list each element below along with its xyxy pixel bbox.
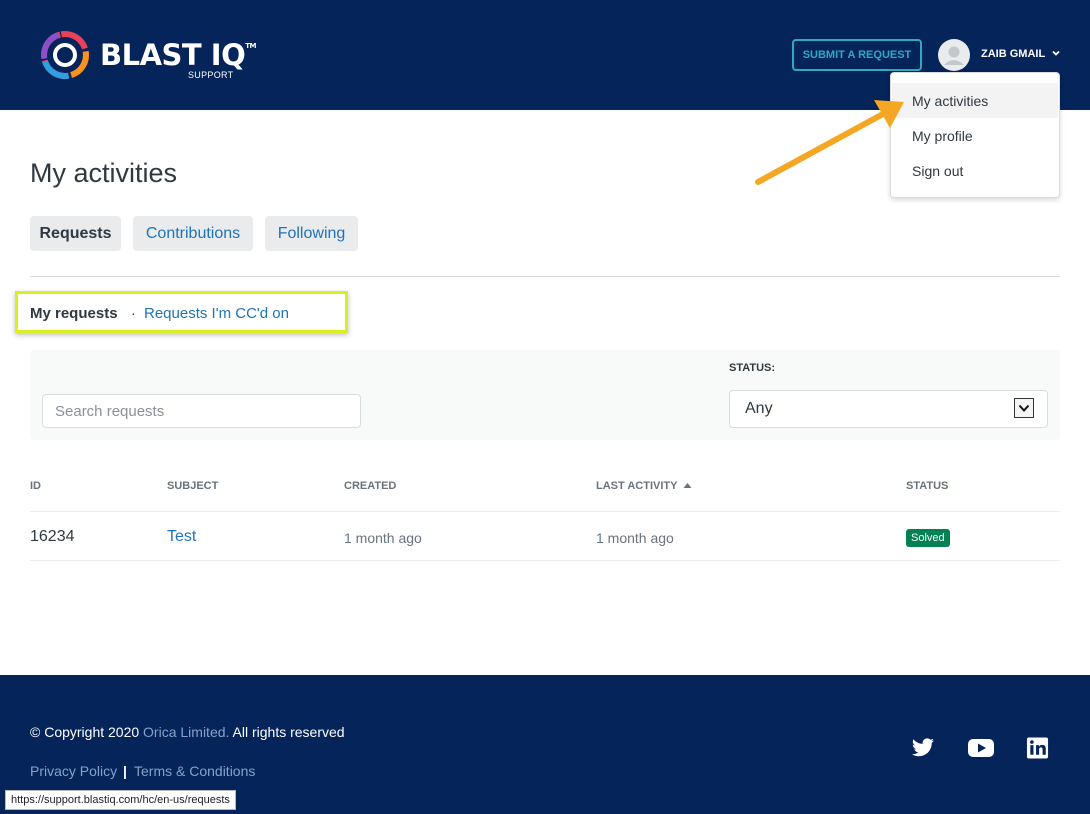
select-dropdown-button[interactable] <box>1014 398 1034 418</box>
status-filter-label: STATUS: <box>729 362 776 374</box>
privacy-policy-link[interactable]: Privacy Policy <box>30 763 117 779</box>
company-link[interactable]: Orica Limited. <box>143 724 229 740</box>
logo-wordmark: BLAST IQTM <box>100 38 256 72</box>
sub-nav-my-requests[interactable]: My requests <box>30 305 118 322</box>
sort-ascending-icon <box>683 483 692 488</box>
blastiq-logo[interactable]: BLAST IQTM SUPPORT <box>38 28 256 84</box>
terms-conditions-link[interactable]: Terms & Conditions <box>134 763 255 779</box>
column-header-status[interactable]: STATUS <box>906 480 948 492</box>
user-name[interactable]: ZAIB GMAIL <box>981 48 1045 60</box>
section-divider <box>30 276 1060 277</box>
logo-mark-icon <box>41 30 89 79</box>
row-created: 1 month ago <box>344 530 422 546</box>
logo-support-label: SUPPORT <box>188 70 234 80</box>
table-row-divider <box>30 560 1060 561</box>
page-title: My activities <box>30 158 178 188</box>
browser-status-bar: https://support.blastiq.com/hc/en-us/req… <box>5 790 236 810</box>
menu-item-sign-out[interactable]: Sign out <box>892 153 1058 188</box>
chevron-down-icon <box>1018 404 1030 412</box>
tab-requests[interactable]: Requests <box>30 216 121 251</box>
status-badge: Solved <box>906 529 950 547</box>
column-header-created[interactable]: CREATED <box>344 480 396 492</box>
chevron-down-icon[interactable] <box>1051 48 1061 58</box>
column-header-last-activity[interactable]: LAST ACTIVITY <box>596 480 692 492</box>
copyright-text: © Copyright 2020 Orica Limited. All righ… <box>30 724 345 740</box>
submit-request-button[interactable]: SUBMIT A REQUEST <box>792 39 922 71</box>
status-select[interactable]: Any <box>729 390 1048 428</box>
table-header-divider <box>30 511 1060 512</box>
sub-nav-cc-requests[interactable]: Requests I'm CC'd on <box>144 305 289 322</box>
avatar[interactable] <box>938 39 970 71</box>
sub-nav-separator: · <box>131 305 136 321</box>
linkedin-icon[interactable] <box>1026 736 1049 760</box>
column-header-id[interactable]: ID <box>30 480 41 492</box>
column-header-subject[interactable]: SUBJECT <box>167 480 218 492</box>
row-subject-link[interactable]: Test <box>167 528 196 546</box>
twitter-icon[interactable] <box>910 736 936 760</box>
row-last-activity: 1 month ago <box>596 530 674 546</box>
tab-contributions[interactable]: Contributions <box>133 216 253 251</box>
status-select-value: Any <box>745 400 773 417</box>
search-input[interactable] <box>42 394 361 428</box>
youtube-icon[interactable] <box>967 736 995 760</box>
tab-following[interactable]: Following <box>265 216 358 251</box>
menu-item-my-profile[interactable]: My profile <box>892 118 1058 153</box>
row-id: 16234 <box>30 528 75 545</box>
user-menu-dropdown: My activities My profile Sign out <box>890 72 1060 198</box>
annotation-arrow-icon <box>755 100 904 185</box>
user-avatar-icon <box>944 46 964 65</box>
column-header-last-activity-label: LAST ACTIVITY <box>596 480 678 492</box>
footer-link-separator: | <box>123 763 127 779</box>
menu-item-my-activities[interactable]: My activities <box>892 83 1058 118</box>
